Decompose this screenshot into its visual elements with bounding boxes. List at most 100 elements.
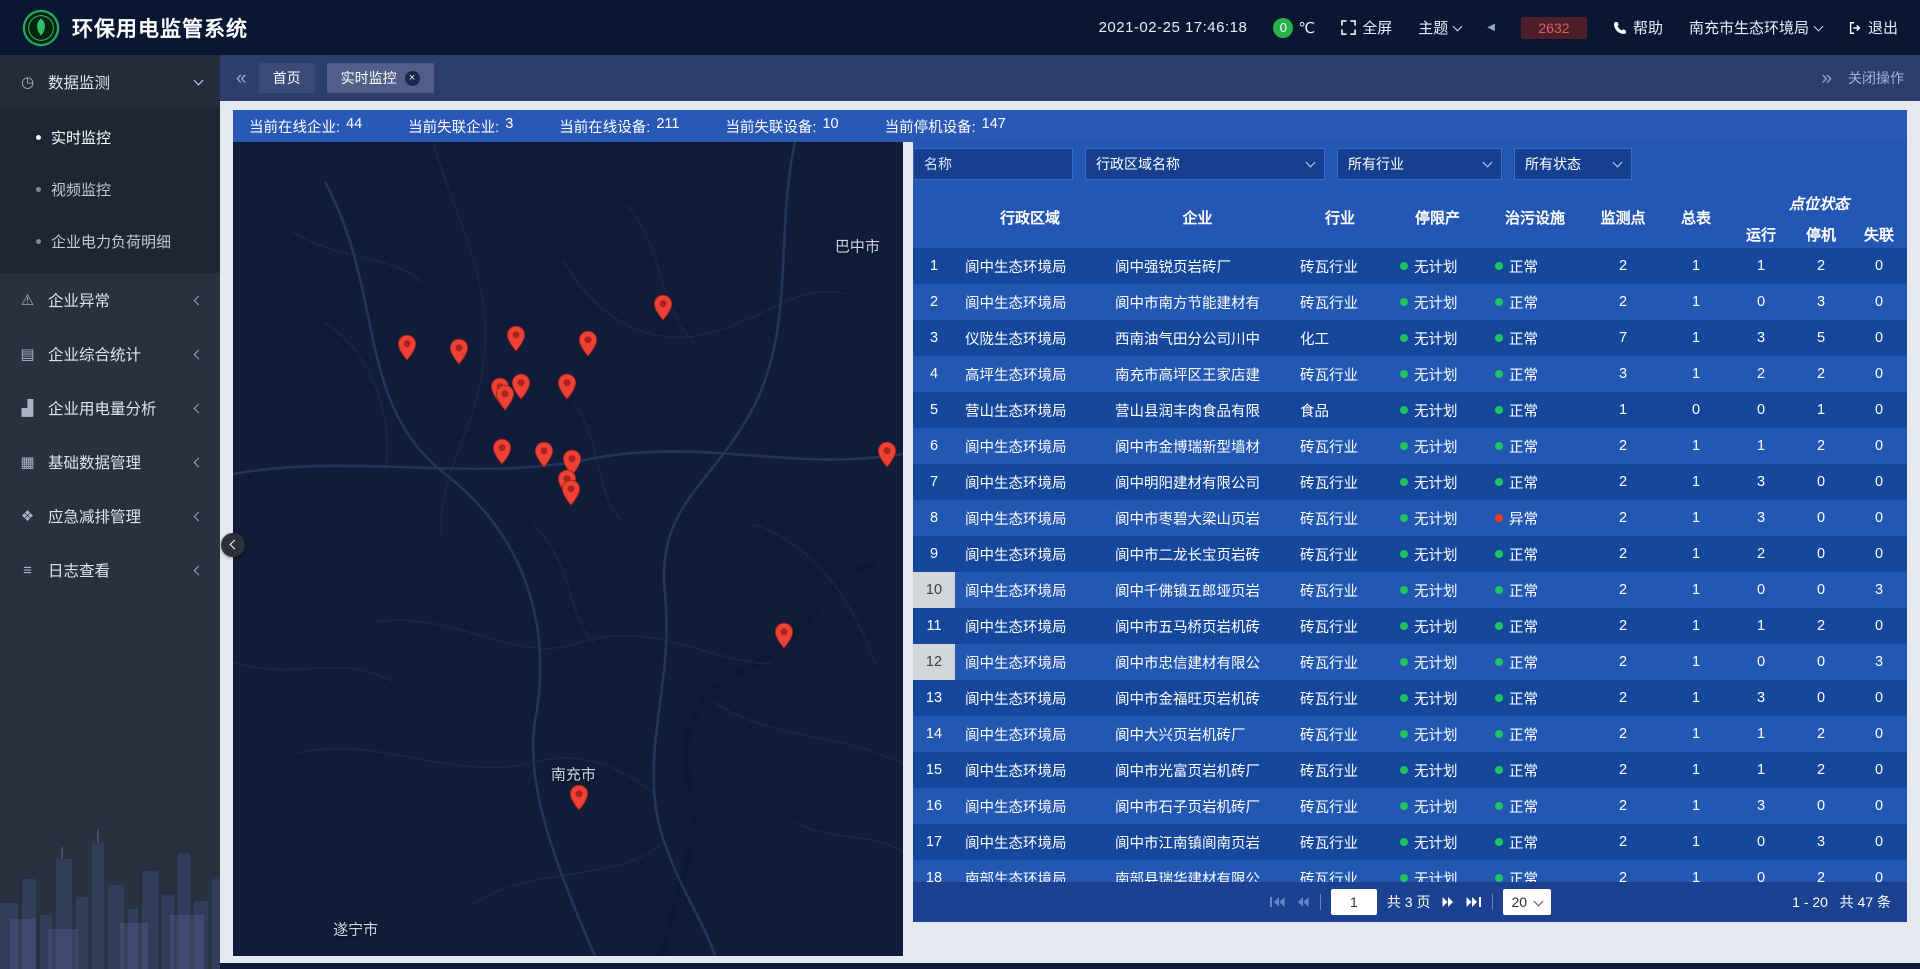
cell-company[interactable]: 阆中千佛镇五郎垭页岩 — [1105, 572, 1290, 608]
cell-company[interactable]: 阆中市石子页岩机砖厂 — [1105, 788, 1290, 824]
sidebar-group-企业用电量分析[interactable]: ▟企业用电量分析 — [0, 381, 220, 435]
last-page-button[interactable] — [1465, 896, 1482, 908]
col-header-meters[interactable]: 总表 — [1661, 186, 1731, 248]
col-header-region[interactable]: 行政区域 — [955, 186, 1105, 248]
tab-bar: « 首页 实时监控 × » 关闭操作 — [220, 55, 1920, 101]
table-row[interactable]: 14阆中生态环境局阆中大兴页岩机砖厂砖瓦行业无计划正常21120 — [913, 716, 1907, 752]
sidebar-group-企业综合统计[interactable]: ▤企业综合统计 — [0, 327, 220, 381]
fullscreen-button[interactable]: 全屏 — [1341, 17, 1392, 38]
page-number-input[interactable] — [1331, 889, 1377, 915]
cell-industry: 砖瓦行业 — [1290, 608, 1390, 644]
sidebar-group-日志查看[interactable]: ≡日志查看 — [0, 543, 220, 597]
table-row[interactable]: 4高坪生态环境局南充市高坪区王家店建砖瓦行业无计划正常31220 — [913, 356, 1907, 392]
sidebar-group-基础数据管理[interactable]: ▦基础数据管理 — [0, 435, 220, 489]
table-row[interactable]: 3仪陇生态环境局西南油气田分公司川中化工无计划正常71350 — [913, 320, 1907, 356]
cell-company[interactable]: 南部县瑞华建材有限公 — [1105, 860, 1290, 882]
col-header-offline[interactable]: 失联 — [1851, 220, 1907, 248]
cell-company[interactable]: 营山县润丰肉食品有限 — [1105, 392, 1290, 428]
table-row[interactable]: 6阆中生态环境局阆中市金博瑞新型墙材砖瓦行业无计划正常21120 — [913, 428, 1907, 464]
prev-page-button[interactable] — [1296, 896, 1310, 908]
status-filter-select[interactable]: 所有状态 — [1514, 148, 1632, 180]
col-header-limit[interactable]: 停限产 — [1390, 186, 1485, 248]
map-pin[interactable] — [774, 623, 794, 650]
table-row[interactable]: 5营山生态环境局营山县润丰肉食品有限食品无计划正常10010 — [913, 392, 1907, 428]
map-pin[interactable] — [449, 339, 469, 366]
close-operations-dropdown[interactable]: 关闭操作 — [1848, 68, 1904, 88]
sidebar-group-label: 日志查看 — [48, 559, 110, 581]
col-header-company[interactable]: 企业 — [1105, 186, 1290, 248]
limit-status-label: 无计划 — [1414, 296, 1458, 312]
tabs-scroll-right-icon[interactable]: » — [1821, 69, 1832, 88]
cell-company[interactable]: 阆中市枣碧大梁山页岩 — [1105, 500, 1290, 536]
cell-company[interactable]: 阆中市江南镇阆南页岩 — [1105, 824, 1290, 860]
cell-company[interactable]: 西南油气田分公司川中 — [1105, 320, 1290, 356]
table-row[interactable]: 1阆中生态环境局阆中强锐页岩砖厂砖瓦行业无计划正常21120 — [913, 248, 1907, 284]
tab-realtime-monitor[interactable]: 实时监控 × — [327, 63, 434, 93]
table-row[interactable]: 16阆中生态环境局阆中市石子页岩机砖厂砖瓦行业无计划正常21300 — [913, 788, 1907, 824]
map-pin[interactable] — [557, 373, 577, 400]
map-pin[interactable] — [397, 334, 417, 361]
cell-company[interactable]: 阆中市金福旺页岩机砖 — [1105, 680, 1290, 716]
map[interactable]: 巴中市南充市遂宁市 — [233, 142, 903, 956]
table-row[interactable]: 2阆中生态环境局阆中市南方节能建材有砖瓦行业无计划正常21030 — [913, 284, 1907, 320]
table-row[interactable]: 8阆中生态环境局阆中市枣碧大梁山页岩砖瓦行业无计划异常21300 — [913, 500, 1907, 536]
cell-company[interactable]: 阆中市忠信建材有限公 — [1105, 644, 1290, 680]
cell-company[interactable]: 阆中市金博瑞新型墙材 — [1105, 428, 1290, 464]
sidebar-item-视频监控[interactable]: 视频监控 — [0, 163, 220, 215]
cell-company[interactable]: 阆中大兴页岩机砖厂 — [1105, 716, 1290, 752]
theme-dropdown[interactable]: 主题 — [1418, 17, 1461, 38]
next-page-button[interactable] — [1441, 896, 1455, 908]
sidebar-item-企业电力负荷明细[interactable]: 企业电力负荷明细 — [0, 215, 220, 267]
sidebar-item-实时监控[interactable]: 实时监控 — [0, 111, 220, 163]
tabs-scroll-left-icon[interactable]: « — [236, 69, 247, 88]
name-filter-input[interactable] — [913, 148, 1073, 180]
close-tab-icon[interactable]: × — [405, 71, 420, 86]
table-row[interactable]: 10阆中生态环境局阆中千佛镇五郎垭页岩砖瓦行业无计划正常21003 — [913, 572, 1907, 608]
table-row[interactable]: 15阆中生态环境局阆中市光富页岩机砖厂砖瓦行业无计划正常21120 — [913, 752, 1907, 788]
map-pin[interactable] — [495, 384, 515, 411]
table-row[interactable]: 11阆中生态环境局阆中市五马桥页岩机砖砖瓦行业无计划正常21120 — [913, 608, 1907, 644]
col-header-points[interactable]: 监测点 — [1585, 186, 1661, 248]
org-dropdown[interactable]: 南充市生态环境局 — [1689, 17, 1822, 38]
sidebar-group-数据监测[interactable]: ◷数据监测 — [0, 55, 220, 109]
col-header-industry[interactable]: 行业 — [1290, 186, 1390, 248]
alert-count-badge[interactable]: 2632 — [1521, 17, 1587, 39]
cell-facility-status: 正常 — [1485, 680, 1585, 716]
cell-company[interactable]: 南充市高坪区王家店建 — [1105, 356, 1290, 392]
tab-home[interactable]: 首页 — [259, 63, 315, 93]
table-row[interactable]: 17阆中生态环境局阆中市江南镇阆南页岩砖瓦行业无计划正常21030 — [913, 824, 1907, 860]
map-pin[interactable] — [877, 441, 897, 468]
region-filter-select[interactable]: 行政区域名称 — [1085, 148, 1325, 180]
table-row[interactable]: 13阆中生态环境局阆中市金福旺页岩机砖砖瓦行业无计划正常21300 — [913, 680, 1907, 716]
cell-company[interactable]: 阆中市光富页岩机砖厂 — [1105, 752, 1290, 788]
map-pin[interactable] — [578, 330, 598, 357]
map-pin[interactable] — [569, 784, 589, 811]
logout-button[interactable]: 退出 — [1848, 17, 1898, 38]
map-pin[interactable] — [534, 441, 554, 468]
cell-company[interactable]: 阆中市南方节能建材有 — [1105, 284, 1290, 320]
sidebar-group-企业异常[interactable]: ⚠企业异常 — [0, 273, 220, 327]
col-header-facility[interactable]: 治污设施 — [1485, 186, 1585, 248]
cell-running: 0 — [1731, 572, 1791, 608]
first-page-button[interactable] — [1269, 896, 1286, 908]
cell-company[interactable]: 阆中强锐页岩砖厂 — [1105, 248, 1290, 284]
table-row[interactable]: 12阆中生态环境局阆中市忠信建材有限公砖瓦行业无计划正常21003 — [913, 644, 1907, 680]
map-pin[interactable] — [561, 479, 581, 506]
map-pin[interactable] — [492, 438, 512, 465]
page-size-select[interactable]: 20 — [1503, 889, 1552, 915]
col-header-stopped[interactable]: 停机 — [1791, 220, 1851, 248]
table-row[interactable]: 7阆中生态环境局阆中明阳建材有限公司砖瓦行业无计划正常21300 — [913, 464, 1907, 500]
table-row[interactable]: 18南部生态环境局南部县瑞华建材有限公砖瓦行业无计划正常21020 — [913, 860, 1907, 882]
col-header-running[interactable]: 运行 — [1731, 220, 1791, 248]
map-pin[interactable] — [506, 326, 526, 353]
alert-marquee-prev-icon[interactable]: ◀ — [1487, 22, 1495, 33]
sidebar-group-应急减排管理[interactable]: ❖应急减排管理 — [0, 489, 220, 543]
cell-company[interactable]: 阆中市五马桥页岩机砖 — [1105, 608, 1290, 644]
industry-filter-select[interactable]: 所有行业 — [1337, 148, 1502, 180]
table-row[interactable]: 9阆中生态环境局阆中市二龙长宝页岩砖砖瓦行业无计划正常21200 — [913, 536, 1907, 572]
cell-company[interactable]: 阆中市二龙长宝页岩砖 — [1105, 536, 1290, 572]
help-button[interactable]: 帮助 — [1613, 17, 1663, 38]
map-collapse-button[interactable] — [221, 533, 245, 557]
map-pin[interactable] — [653, 294, 673, 321]
cell-company[interactable]: 阆中明阳建材有限公司 — [1105, 464, 1290, 500]
